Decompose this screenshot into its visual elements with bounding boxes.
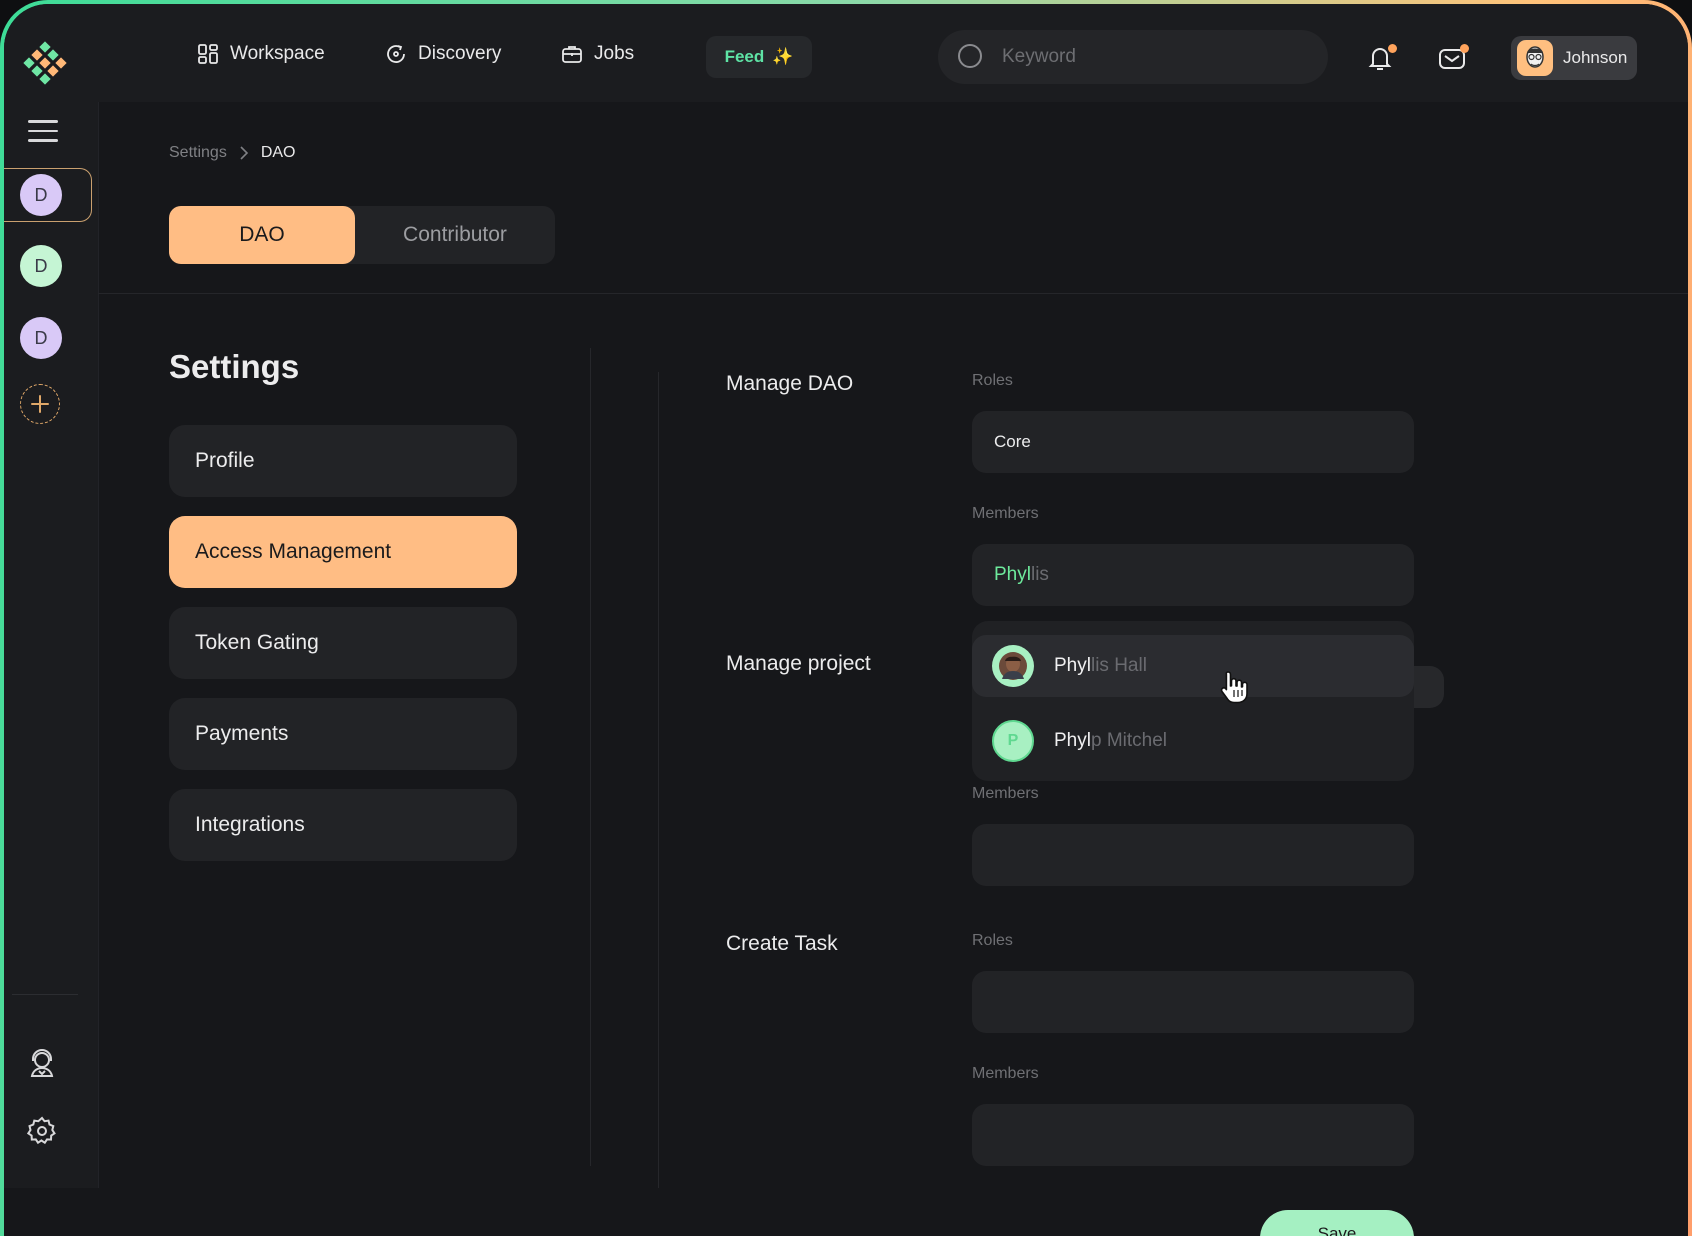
nav-label: Workspace (230, 43, 325, 64)
section-create-task: Create Task (726, 932, 838, 955)
menu-access-management[interactable]: Access Management (169, 516, 517, 588)
tab-dao[interactable]: DAO (169, 206, 355, 264)
members-label: Members (972, 785, 1039, 802)
breadcrumb-current: DAO (260, 144, 296, 161)
plus-icon (31, 395, 49, 413)
menu-profile[interactable]: Profile (169, 425, 517, 497)
message-dot (1460, 44, 1469, 53)
feed-button[interactable]: Feed ✨ (706, 36, 812, 78)
suggestion-typed: Phyl (1054, 730, 1091, 751)
app-logo-icon[interactable] (22, 40, 68, 86)
members-input[interactable]: Phyl lis (972, 544, 1414, 606)
section-manage-dao: Manage DAO (726, 372, 854, 395)
menu-toggle-icon[interactable] (28, 120, 58, 142)
nav-label: Jobs (594, 43, 635, 64)
breadcrumb-settings[interactable]: Settings (169, 144, 227, 162)
avatar-initial: P (1007, 732, 1019, 749)
header-divider (98, 293, 1688, 294)
task-members-input[interactable] (972, 1104, 1414, 1166)
user-face-icon (1526, 46, 1544, 68)
notifications-button[interactable] (1364, 42, 1397, 74)
nav-discovery[interactable]: Discovery (384, 42, 501, 66)
chevron-right-icon (240, 146, 248, 160)
tab-contributor[interactable]: Contributor (355, 206, 555, 264)
dao-avatar: D (20, 317, 62, 359)
sidebar-dao-1[interactable]: D (4, 168, 92, 222)
user-menu[interactable]: Johnson (1511, 36, 1637, 80)
suggestion-avatar (992, 645, 1034, 687)
support-agent-icon[interactable] (26, 1047, 58, 1079)
menu-token-gating[interactable]: Token Gating (169, 607, 517, 679)
nav-workspace[interactable]: Workspace (196, 42, 325, 66)
person-photo-icon (999, 652, 1027, 680)
members-label: Members (972, 1065, 1039, 1082)
save-button[interactable]: Save (1260, 1210, 1414, 1236)
suggestion-phylp-mitchel[interactable]: P Phylp Mitchel (972, 710, 1414, 772)
roles-label: Roles (972, 372, 1013, 389)
sidebar: D D D (4, 4, 99, 1188)
section-manage-project: Manage project (726, 652, 871, 675)
breadcrumb: Settings DAO (169, 144, 295, 162)
suggestion-phyllis-hall[interactable]: Phyllis Hall (972, 635, 1414, 697)
suggestion-avatar: P (992, 720, 1034, 762)
feed-label: Feed (724, 47, 765, 66)
notification-dot (1388, 44, 1397, 53)
sparkle-icon: ✨ (772, 47, 794, 66)
members-typed-text: Phyl (994, 564, 1031, 585)
nav-jobs[interactable]: Jobs (560, 42, 634, 66)
nav-label: Discovery (418, 43, 502, 64)
search-bar (938, 30, 1328, 84)
column-divider (590, 348, 591, 1166)
add-dao-button[interactable] (20, 384, 60, 424)
view-switcher: DAO Contributor (169, 206, 555, 264)
menu-payments[interactable]: Payments (169, 698, 517, 770)
search-icon (958, 44, 982, 68)
discovery-icon (387, 45, 405, 63)
hand-cursor-icon (1220, 671, 1248, 704)
user-avatar (1517, 40, 1553, 76)
sidebar-divider (12, 994, 78, 995)
messages-button[interactable] (1436, 42, 1469, 74)
members-autocomplete-text: lis (1030, 564, 1049, 585)
roles-field[interactable]: Core (972, 411, 1414, 473)
project-members-input[interactable] (972, 824, 1414, 886)
roles-value: Core (994, 432, 1031, 451)
grid-icon (198, 44, 218, 64)
dao-avatar: D (20, 245, 62, 287)
menu-integrations[interactable]: Integrations (169, 789, 517, 861)
suggestion-rest: p Mitchel (1090, 730, 1167, 751)
members-label: Members (972, 505, 1039, 522)
user-name: Johnson (1563, 48, 1628, 67)
settings-title: Settings (169, 348, 300, 385)
briefcase-icon (562, 46, 582, 63)
task-roles-input[interactable] (972, 971, 1414, 1033)
suggestion-typed: Phyl (1054, 655, 1091, 676)
suggestion-rest: lis Hall (1090, 655, 1147, 676)
column-divider (658, 372, 659, 1188)
dao-avatar: D (20, 174, 62, 216)
window-frame: D D D Workspace Discovery Jobs Feed ✨ Ke… (0, 0, 1692, 1236)
roles-label: Roles (972, 932, 1013, 949)
search-input[interactable] (1000, 45, 1304, 69)
top-navigation: Workspace Discovery Jobs Feed ✨ Keyword … (98, 4, 1688, 102)
sidebar-dao-2[interactable]: D (4, 240, 92, 294)
sidebar-dao-3[interactable]: D (4, 312, 92, 366)
gear-icon[interactable] (26, 1115, 58, 1147)
app-window: D D D Workspace Discovery Jobs Feed ✨ Ke… (4, 4, 1688, 1236)
